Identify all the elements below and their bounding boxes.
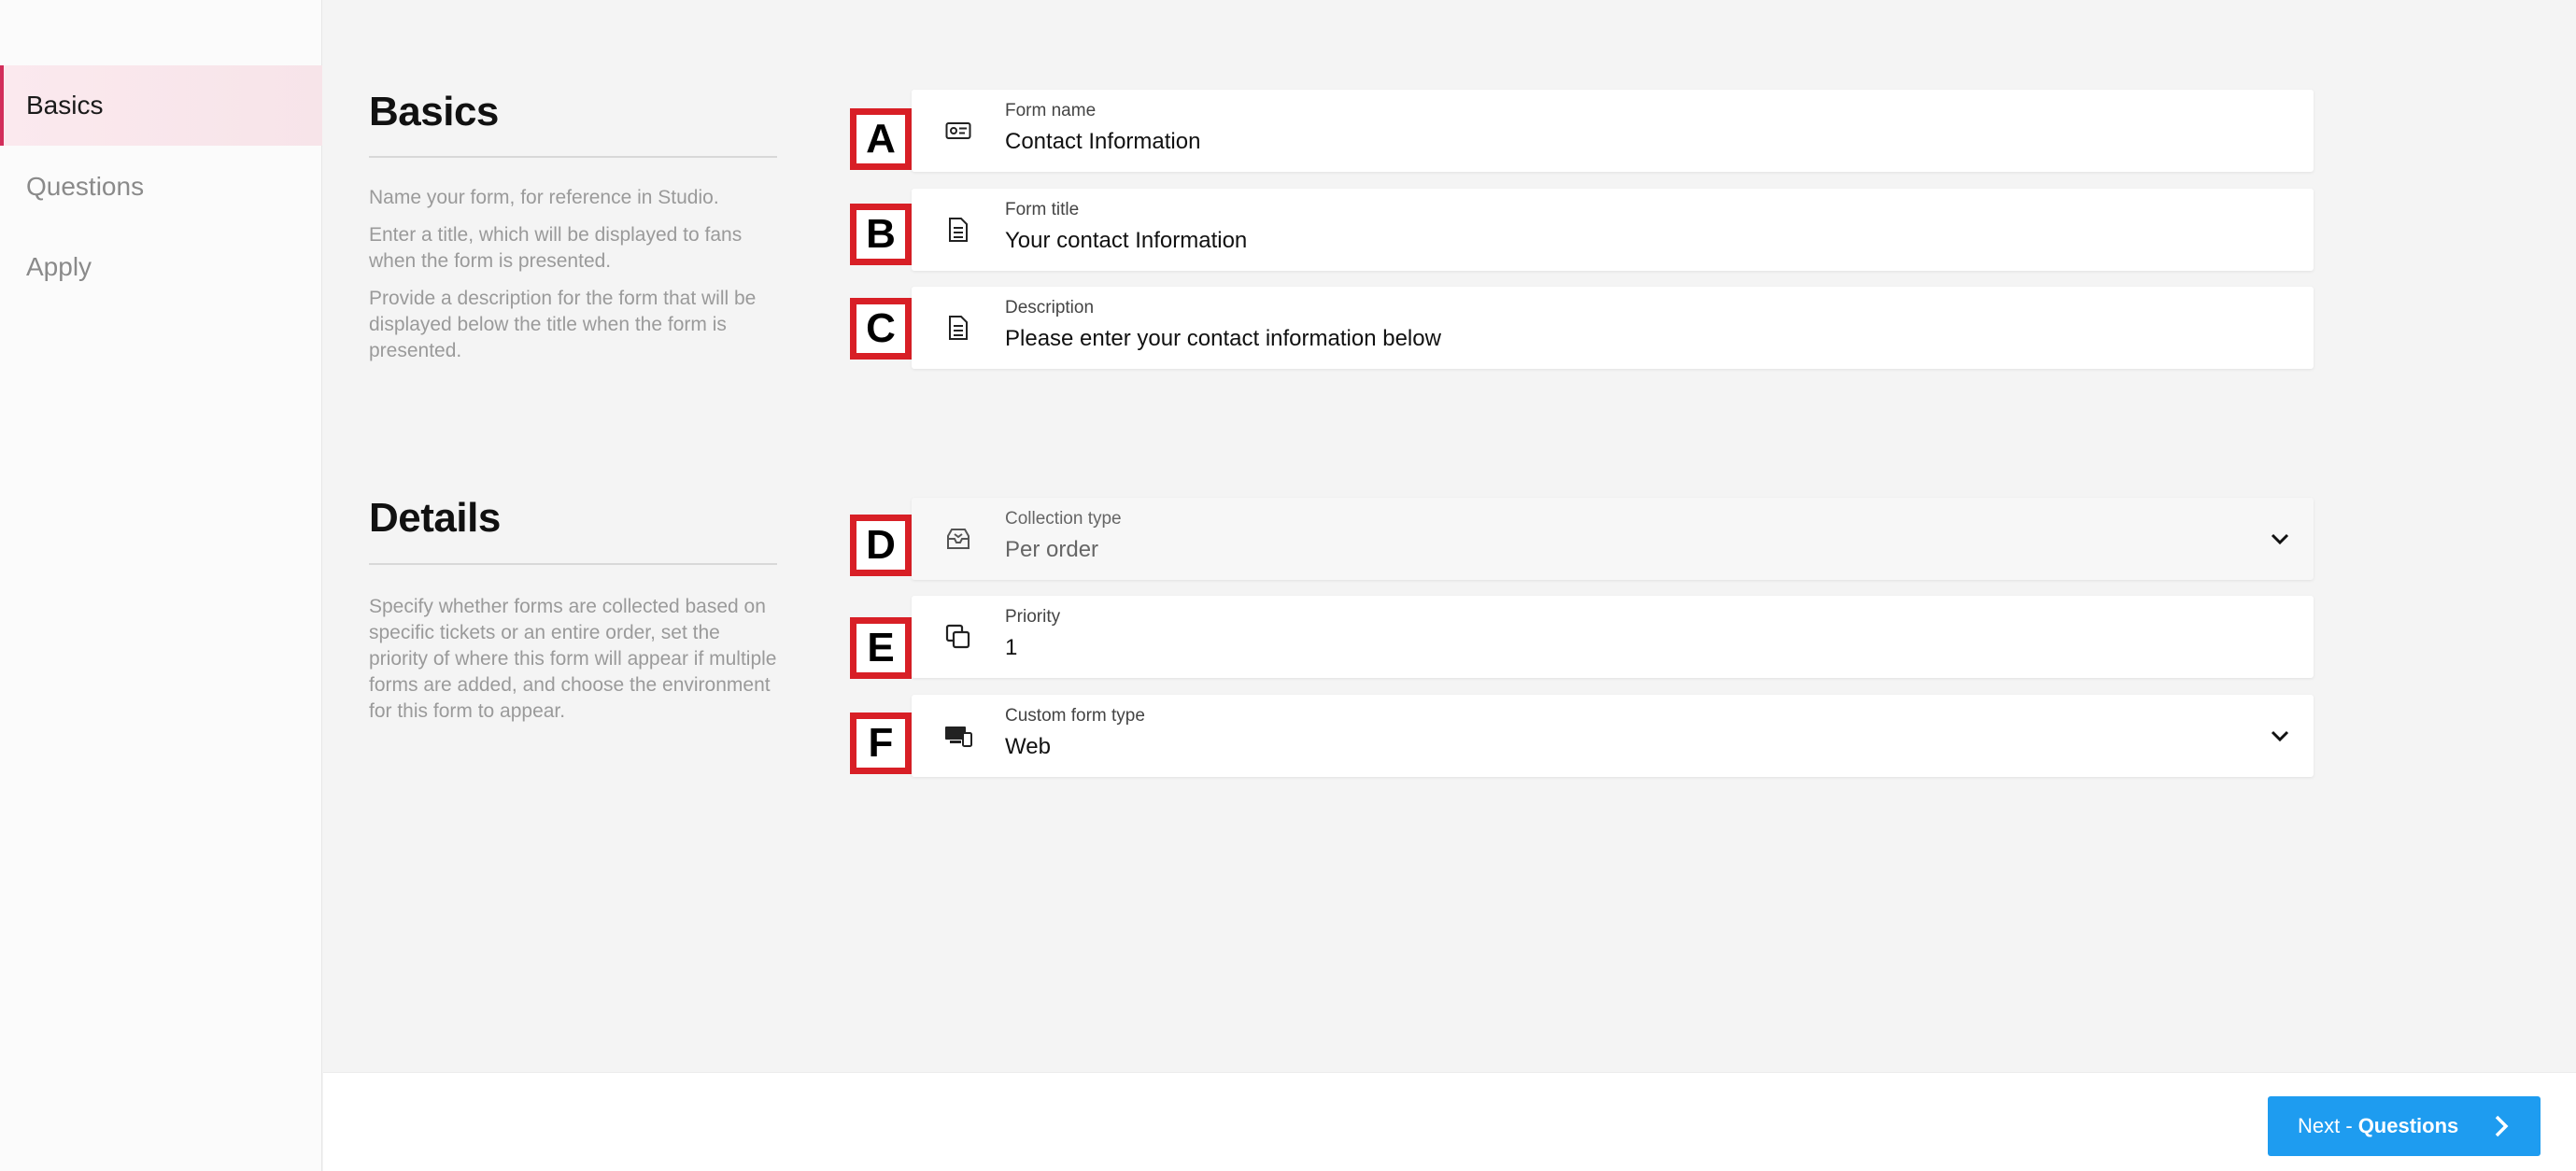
annotation-marker-f: F [850, 712, 912, 774]
basics-help-description: Provide a description for the form that … [369, 288, 757, 361]
basics-help-name: Name your form, for reference in Studio. [369, 187, 719, 208]
priority-value[interactable]: 1 [1005, 635, 1017, 661]
sidebar-item-label: Basics [26, 91, 104, 120]
inbox-icon [943, 524, 973, 554]
description-label: Description [1005, 298, 1095, 317]
collection-type-label: Collection type [1005, 509, 1122, 529]
document-icon [943, 215, 973, 245]
annotation-marker-e: E [850, 617, 912, 679]
chevron-right-icon [2495, 1115, 2509, 1137]
main-content: Basics Name your form, for reference in … [323, 0, 2576, 1072]
annotation-marker-d: D [850, 515, 912, 576]
next-button-target: Questions [2357, 1114, 2459, 1137]
sidebar-item-label: Apply [26, 252, 92, 281]
document-icon [943, 313, 973, 343]
footer-bar: Next - Questions [323, 1072, 2576, 1171]
details-divider [369, 563, 777, 565]
priority-label: Priority [1005, 607, 1061, 627]
basics-divider [369, 156, 777, 158]
devices-icon [943, 721, 973, 751]
chevron-down-icon[interactable] [2267, 723, 2293, 749]
sidebar-item-label: Questions [26, 172, 145, 201]
description-value[interactable]: Please enter your contact information be… [1005, 326, 1441, 352]
form-title-label: Form title [1005, 200, 1080, 219]
next-questions-button[interactable]: Next - Questions [2268, 1096, 2541, 1156]
id-card-icon [943, 116, 973, 146]
form-title-value[interactable]: Your contact Information [1005, 228, 1247, 254]
form-name-field[interactable]: Form name Contact Information [912, 90, 2314, 172]
annotation-marker-b: B [850, 204, 912, 265]
priority-field[interactable]: Priority 1 [912, 596, 2314, 678]
custom-form-type-select[interactable]: Custom form type Web [912, 695, 2314, 777]
details-help: Specify whether forms are collected base… [369, 596, 777, 722]
next-button-prefix: Next - [2298, 1114, 2353, 1137]
annotation-marker-a: A [850, 108, 912, 170]
sidebar-item-questions[interactable]: Questions [0, 147, 322, 227]
description-field[interactable]: Description Please enter your contact in… [912, 287, 2314, 369]
sidebar-item-apply[interactable]: Apply [0, 227, 322, 307]
copy-icon [943, 622, 973, 652]
chevron-down-icon[interactable] [2267, 526, 2293, 552]
details-title: Details [369, 495, 501, 541]
form-title-field[interactable]: Form title Your contact Information [912, 189, 2314, 271]
form-name-label: Form name [1005, 101, 1097, 120]
basics-help-title: Enter a title, which will be displayed t… [369, 224, 743, 272]
custom-form-type-label: Custom form type [1005, 706, 1145, 726]
sidebar: Basics Questions Apply [0, 0, 322, 1171]
annotation-marker-c: C [850, 298, 912, 360]
form-name-value[interactable]: Contact Information [1005, 129, 1200, 155]
sidebar-item-basics[interactable]: Basics [0, 65, 322, 146]
collection-type-value: Per order [1005, 537, 1099, 562]
custom-form-type-value: Web [1005, 734, 1051, 759]
basics-title: Basics [369, 89, 499, 134]
app: Basics Questions Apply Basics Name your … [0, 0, 2576, 1171]
collection-type-select[interactable]: Collection type Per order [912, 498, 2314, 580]
